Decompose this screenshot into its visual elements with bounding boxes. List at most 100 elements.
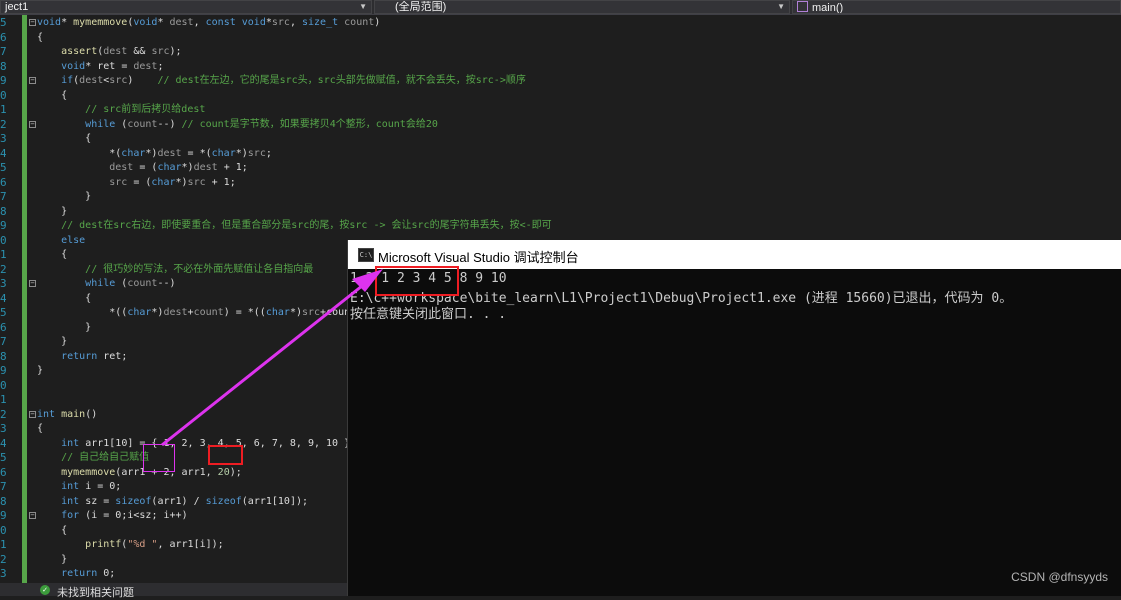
project-dropdown[interactable]: ject1 ▼ (0, 0, 372, 14)
code-token: src (151, 46, 170, 57)
code-token: 0; (97, 568, 116, 579)
code-token: ret (103, 350, 122, 362)
code-token: int (61, 437, 80, 449)
code-token: && (127, 46, 152, 57)
code-token: char (157, 162, 182, 173)
line-number: 4 (0, 146, 6, 160)
collapse-toggle-icon[interactable]: − (29, 512, 36, 519)
code-token: , (157, 539, 170, 550)
collapse-toggle-icon[interactable]: − (29, 410, 36, 418)
code-token: count (127, 118, 158, 130)
project-dropdown-label: ject1 (5, 1, 29, 13)
line-number: 5 (0, 306, 6, 319)
code-token: } (37, 321, 92, 333)
code-token: ( (79, 510, 92, 521)
collapse-toggle-icon[interactable]: − (29, 280, 36, 287)
code-token: 20 (217, 466, 230, 478)
code-token: = ( (127, 176, 152, 188)
code-token: *) (175, 176, 188, 188)
code-line: int main() (37, 408, 97, 422)
code-line: assert(dest && src); (37, 45, 182, 59)
code-token: ( (115, 278, 128, 289)
code-token: dest (193, 162, 218, 173)
code-token: dest (103, 46, 128, 57)
code-token: arr1 (181, 466, 206, 478)
code-line: dest = (char*)dest + 1; (37, 161, 248, 175)
code-token: () (85, 408, 98, 420)
code-token: { (37, 133, 92, 144)
scope-dropdown[interactable]: (全局范围) ▼ (374, 0, 790, 14)
code-token: = 0; (91, 481, 122, 492)
line-number: 8 (0, 204, 6, 218)
code-token: size_t (302, 17, 339, 28)
code-token: *) (235, 147, 248, 159)
code-token: sz (139, 510, 152, 521)
line-number: 2 (0, 552, 6, 566)
code-line: { (37, 248, 67, 262)
code-token: + 1; (217, 162, 248, 173)
code-line: printf("%d ", arr1[i]); (37, 538, 224, 552)
line-number: 6 (0, 30, 6, 44)
line-number: 1 (0, 393, 6, 406)
issues-status: 未找到相关问题 (57, 587, 134, 599)
code-token: } (37, 191, 92, 202)
code-token: // dest在src右边，即使要重合，但是重合部分是src的尾，按src ->… (61, 220, 552, 231)
code-line: return 0; (37, 567, 115, 581)
code-line: void* mymemmove(void* dest, const void*s… (37, 16, 380, 30)
code-token: --) (157, 118, 182, 130)
code-token: int (37, 408, 56, 420)
code-token: } (37, 336, 68, 347)
code-line: { (37, 89, 67, 103)
code-token: dest (163, 307, 188, 318)
code-line: } (37, 553, 67, 567)
line-number: 2 (0, 117, 6, 131)
code-token: mymemmove (73, 17, 128, 28)
status-bar: ✓ 未找到相关问题 (0, 583, 347, 599)
code-token: char (121, 147, 146, 159)
code-token: return (61, 568, 98, 579)
code-line: *((char*)dest+count) = *((char*)src+coun… (37, 306, 356, 320)
console-title-bar[interactable]: C:\ Microsoft Visual Studio 调试控制台 (348, 240, 1121, 269)
line-number: 2 (0, 407, 6, 421)
code-token: src (187, 176, 206, 188)
code-token: , (205, 466, 218, 478)
chevron-down-icon: ▼ (777, 2, 785, 11)
code-token: for (61, 510, 80, 521)
collapse-toggle-icon[interactable]: − (29, 120, 36, 128)
code-token: dest (157, 147, 182, 159)
code-token: ); (169, 46, 182, 57)
line-number: 4 (0, 436, 6, 450)
collapse-toggle-icon[interactable]: − (29, 19, 36, 26)
code-token: const void (205, 17, 266, 28)
code-token: void (61, 60, 86, 72)
debug-console-window[interactable]: C:\ Microsoft Visual Studio 调试控制台 1 2 1 … (347, 240, 1121, 596)
code-token: ]); (205, 539, 224, 550)
line-number: 3 (0, 567, 6, 580)
line-number: 1 (0, 103, 6, 116)
code-line: } (37, 190, 91, 204)
member-dropdown[interactable]: main() (792, 0, 1121, 14)
code-token: sz (85, 495, 98, 507)
code-token: arr1 (247, 495, 272, 507)
code-token: src (109, 75, 128, 86)
line-number: 4 (0, 291, 6, 305)
code-line: // dest在src右边，即使要重合，但是重合部分是src的尾，按src ->… (37, 219, 552, 233)
code-token: *( (37, 147, 122, 159)
code-token: mymemmove (61, 466, 116, 478)
code-token: sizeof (115, 495, 152, 507)
code-line: *(char*)dest = *(char*)src; (37, 147, 272, 161)
code-token: * (85, 60, 98, 72)
code-line: int arr1[10] = { 1, 2, 3, 4, 5, 6, 7, 8,… (37, 437, 356, 451)
line-number-gutter: 567890123456789012345678901234567890123 (0, 15, 22, 583)
code-token: dest (79, 75, 104, 86)
code-line: { (37, 422, 43, 436)
method-cube-icon (797, 1, 808, 12)
collapse-toggle-icon[interactable]: − (29, 77, 36, 84)
code-line: } (37, 364, 43, 378)
code-token: ; (157, 60, 164, 72)
